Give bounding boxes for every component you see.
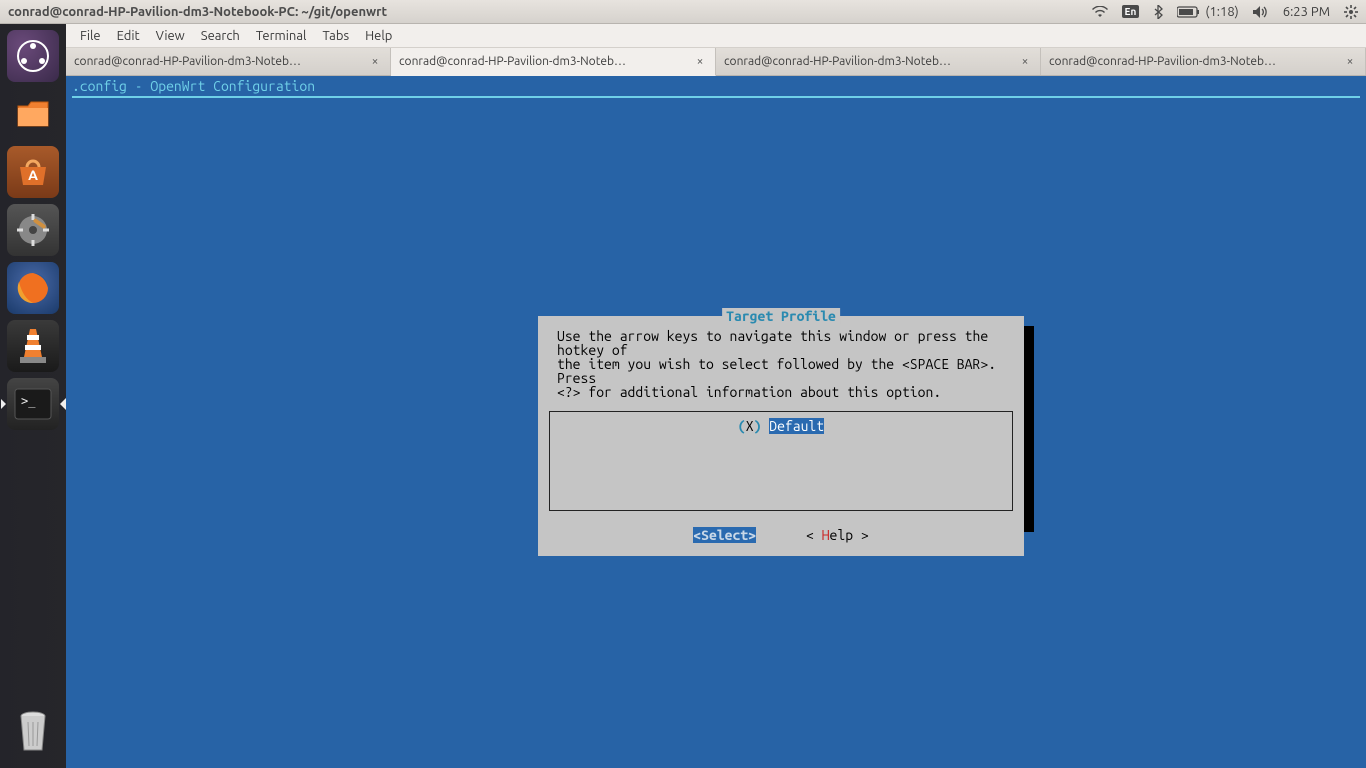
terminal-icon[interactable]: >_ xyxy=(7,378,59,430)
tab-label: conrad@conrad-HP-Pavilion-dm3-Noteb… xyxy=(74,55,362,68)
battery-time-text: (1:18) xyxy=(1205,5,1238,19)
menu-view[interactable]: View xyxy=(148,27,193,45)
menu-file[interactable]: File xyxy=(72,27,109,45)
dialog-button-row: <Select> < Help > xyxy=(547,523,1015,547)
option-default[interactable]: (X) Default xyxy=(558,418,1004,434)
app-menubar: File Edit View Search Terminal Tabs Help xyxy=(66,24,1366,48)
wifi-icon[interactable] xyxy=(1092,6,1108,18)
dialog-options-list[interactable]: (X) Default xyxy=(549,411,1013,511)
terminal-tab[interactable]: conrad@conrad-HP-Pavilion-dm3-Noteb… × xyxy=(391,48,716,76)
help-button[interactable]: < Help > xyxy=(806,527,869,543)
dialog-instructions: Use the arrow keys to navigate this wind… xyxy=(547,325,1015,407)
select-button[interactable]: <Select> xyxy=(693,527,756,543)
bluetooth-icon[interactable] xyxy=(1153,5,1163,19)
terminal-tabbar: conrad@conrad-HP-Pavilion-dm3-Noteb… × c… xyxy=(66,48,1366,76)
session-gear-icon[interactable] xyxy=(1344,5,1358,19)
terminal-tab[interactable]: conrad@conrad-HP-Pavilion-dm3-Noteb… × xyxy=(716,48,1041,75)
volume-icon[interactable] xyxy=(1253,5,1269,19)
unity-launcher: A >_ xyxy=(0,24,66,768)
firefox-icon[interactable] xyxy=(7,262,59,314)
menu-help[interactable]: Help xyxy=(357,27,400,45)
tab-label: conrad@conrad-HP-Pavilion-dm3-Noteb… xyxy=(724,55,1012,68)
menu-tabs[interactable]: Tabs xyxy=(314,27,357,45)
window-title: conrad@conrad-HP-Pavilion-dm3-Notebook-P… xyxy=(8,5,387,19)
option-label: Default xyxy=(769,418,824,434)
menu-edit[interactable]: Edit xyxy=(109,27,148,45)
vlc-icon[interactable] xyxy=(7,320,59,372)
keyboard-layout-indicator[interactable]: En xyxy=(1122,5,1140,18)
tab-close-icon[interactable]: × xyxy=(693,55,707,69)
config-header-rule xyxy=(72,96,1360,98)
menu-search[interactable]: Search xyxy=(193,27,248,45)
trash-icon[interactable] xyxy=(7,706,59,758)
files-icon[interactable] xyxy=(7,88,59,140)
tab-close-icon[interactable]: × xyxy=(1018,55,1032,69)
dialog-title: Target Profile xyxy=(722,308,840,324)
menu-terminal[interactable]: Terminal xyxy=(248,27,315,45)
config-header-text: .config - OpenWrt Configuration xyxy=(66,76,1366,96)
tab-close-icon[interactable]: × xyxy=(368,55,382,69)
battery-indicator[interactable]: (1:18) xyxy=(1177,5,1238,19)
software-center-icon[interactable]: A xyxy=(7,146,59,198)
target-profile-dialog: Target Profile Use the arrow keys to nav… xyxy=(538,316,1024,556)
tab-label: conrad@conrad-HP-Pavilion-dm3-Noteb… xyxy=(1049,55,1337,68)
system-settings-icon[interactable] xyxy=(7,204,59,256)
tab-label: conrad@conrad-HP-Pavilion-dm3-Noteb… xyxy=(399,55,687,68)
tab-close-icon[interactable]: × xyxy=(1343,55,1357,69)
svg-text:A: A xyxy=(28,167,38,183)
terminal-viewport[interactable]: .config - OpenWrt Configuration Target P… xyxy=(66,76,1366,768)
ubuntu-dash-icon[interactable] xyxy=(7,30,59,82)
clock-text[interactable]: 6:23 PM xyxy=(1283,5,1330,19)
terminal-tab[interactable]: conrad@conrad-HP-Pavilion-dm3-Noteb… × xyxy=(1041,48,1366,75)
terminal-tab[interactable]: conrad@conrad-HP-Pavilion-dm3-Noteb… × xyxy=(66,48,391,75)
svg-text:>_: >_ xyxy=(21,394,36,408)
window-titlebar: conrad@conrad-HP-Pavilion-dm3-Notebook-P… xyxy=(0,0,1366,24)
